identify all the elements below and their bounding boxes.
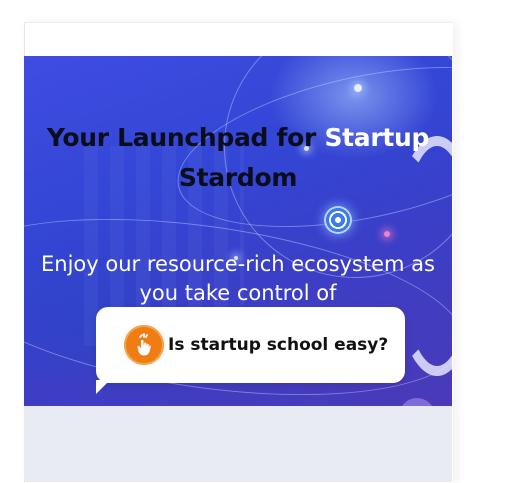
target-icon bbox=[324, 206, 352, 234]
heading-text-line2: Stardom bbox=[178, 163, 298, 192]
glow-dot bbox=[384, 231, 390, 237]
heading-highlight: Startup bbox=[324, 123, 430, 152]
chat-prompt-text[interactable]: Is startup school easy? bbox=[168, 332, 388, 358]
decorative-bubble bbox=[399, 398, 435, 406]
glow-dot bbox=[354, 84, 362, 92]
content-panel bbox=[24, 406, 452, 482]
hand-pointer-icon-glyph bbox=[137, 333, 151, 356]
hero-subtext: Enjoy our resource-rich ecosystem as you… bbox=[41, 252, 435, 305]
chat-bubble-tail bbox=[96, 380, 110, 394]
hand-pointer-icon[interactable] bbox=[124, 325, 164, 365]
hero-heading: Your Launchpad for Startup Stardom bbox=[24, 118, 452, 198]
heading-text: Your Launchpad for bbox=[46, 123, 325, 152]
